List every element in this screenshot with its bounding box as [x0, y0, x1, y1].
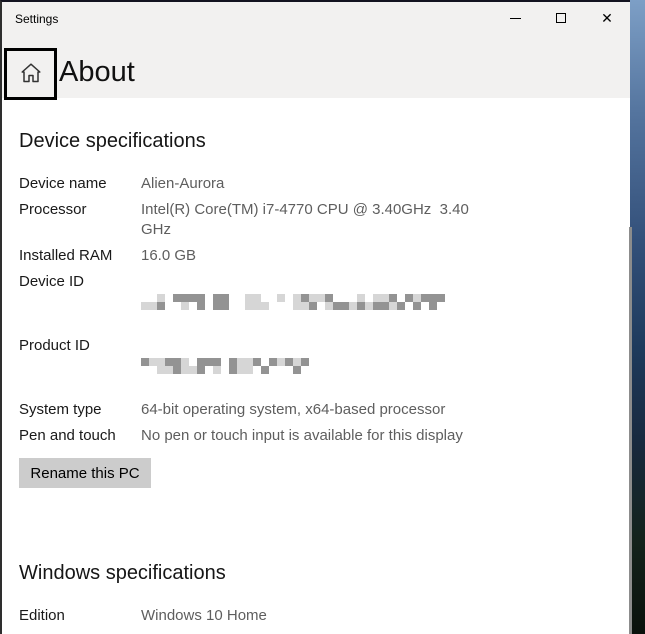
spec-value: 64-bit operating system, x64-based proce… [141, 400, 445, 420]
spec-label: Installed RAM [19, 246, 141, 266]
spec-label: Processor [19, 200, 141, 240]
device-spec-rows: Device name Alien-Aurora Processor Intel… [19, 174, 632, 446]
spec-value: Intel(R) Core(TM) i7-4770 CPU @ 3.40GHz … [141, 200, 469, 240]
page-content: Device specifications Device name Alien-… [2, 98, 632, 634]
spec-label: Edition [19, 606, 141, 626]
home-icon [19, 61, 43, 88]
product-id-row: Product ID [19, 336, 632, 394]
spec-label: System type [19, 400, 141, 420]
home-button[interactable] [4, 48, 57, 100]
system-type-row: System type 64-bit operating system, x64… [19, 400, 632, 420]
settings-window: Settings ✕ About Device specifications D… [0, 0, 630, 634]
device-id-redacted-value [141, 272, 445, 330]
device-specifications-heading: Device specifications [19, 129, 632, 153]
window-title: Settings [15, 12, 58, 26]
pen-and-touch-row: Pen and touch No pen or touch input is a… [19, 426, 632, 446]
close-button[interactable]: ✕ [584, 2, 630, 34]
redaction-mosaic [141, 358, 309, 374]
processor-row: Processor Intel(R) Core(TM) i7-4770 CPU … [19, 200, 632, 240]
maximize-button[interactable] [538, 2, 584, 34]
device-name-row: Device name Alien-Aurora [19, 174, 632, 194]
rename-pc-button[interactable]: Rename this PC [19, 458, 151, 488]
windows-spec-rows: Edition Windows 10 Home Version 1903 Ins… [19, 606, 632, 634]
windows-specifications-heading: Windows specifications [19, 561, 632, 585]
spec-value: No pen or touch input is available for t… [141, 426, 463, 446]
spec-value: 16.0 GB [141, 246, 196, 266]
product-id-redacted-value [141, 336, 309, 394]
maximize-icon [556, 13, 566, 23]
spec-value: Windows 10 Home [141, 606, 267, 626]
minimize-button[interactable] [492, 2, 538, 34]
spec-label: Product ID [19, 336, 141, 394]
edition-row: Edition Windows 10 Home [19, 606, 632, 626]
device-id-row: Device ID [19, 272, 632, 330]
vertical-scrollbar-thumb[interactable] [629, 227, 632, 634]
page-title: About [59, 56, 135, 89]
installed-ram-row: Installed RAM 16.0 GB [19, 246, 632, 266]
spec-label: Device ID [19, 272, 141, 330]
redaction-mosaic [141, 294, 445, 310]
window-controls: ✕ [492, 2, 630, 34]
close-icon: ✕ [601, 11, 613, 25]
spec-label: Pen and touch [19, 426, 141, 446]
spec-value: Alien-Aurora [141, 174, 224, 194]
minimize-icon [510, 18, 521, 19]
spec-label: Device name [19, 174, 141, 194]
